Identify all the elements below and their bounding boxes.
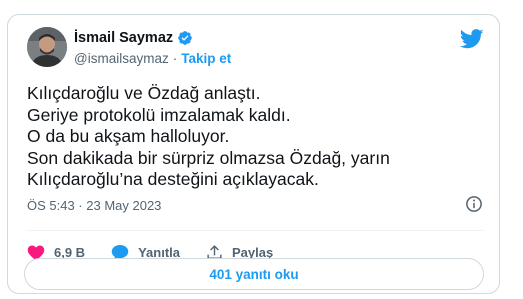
tweet-line: Kılıçdaroğlu’na desteğini açıklayacak.: [27, 169, 319, 189]
verified-badge-icon: [177, 30, 193, 46]
tweet-line: Son dakikada bir sürpriz olmazsa Özdağ, …: [27, 147, 390, 168]
divider: [27, 230, 484, 231]
tweet-line: Geriye protokolü imzalamak kaldı.: [27, 104, 291, 125]
info-icon[interactable]: [465, 195, 483, 213]
author-name[interactable]: İsmail Saymaz: [74, 30, 173, 46]
read-replies-button[interactable]: 401 yanıtı oku: [24, 258, 484, 290]
tweet-timestamp[interactable]: ÖS 5:43 · 23 May 2023: [27, 198, 161, 213]
avatar[interactable]: [27, 27, 67, 67]
follow-button[interactable]: Takip et: [181, 51, 231, 66]
handle-row: @ismailsaymaz · Takip et: [74, 51, 231, 66]
tweet-line: Kılıçdaroğlu ve Özdağ anlaştı.: [27, 83, 261, 103]
author-handle[interactable]: @ismailsaymaz: [74, 51, 169, 66]
separator-dot: ·: [172, 51, 178, 66]
twitter-bird-icon[interactable]: [459, 29, 484, 49]
author-name-row: İsmail Saymaz: [74, 30, 193, 46]
tweet-text: Kılıçdaroğlu ve Özdağ anlaştı. Geriye pr…: [27, 83, 487, 191]
tweet-line: O da bu akşam halloluyor.: [27, 126, 230, 146]
tweet-card: İsmail Saymaz @ismailsaymaz · Takip et K…: [7, 14, 500, 294]
